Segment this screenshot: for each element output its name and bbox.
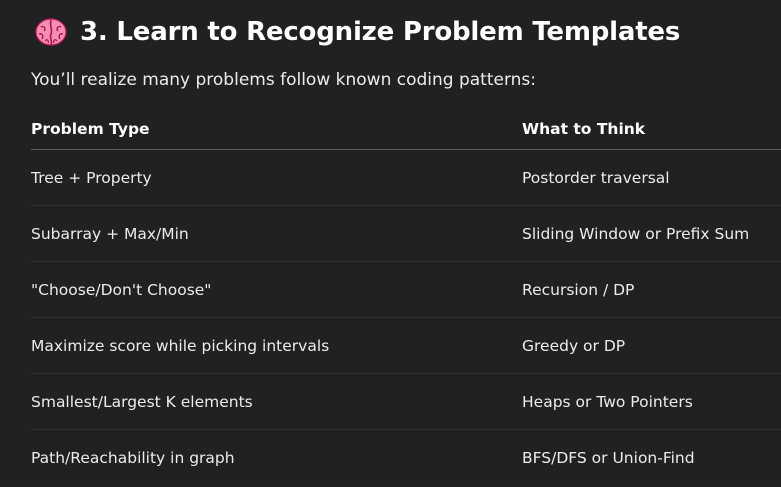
problem-type-cell: Tree + Property: [31, 149, 522, 206]
brain-icon: [35, 18, 67, 46]
table-row: Subarray + Max/Min Sliding Window or Pre…: [31, 205, 781, 262]
what-to-think-cell: Recursion / DP: [522, 261, 781, 318]
problem-type-cell: Maximize score while picking intervals: [31, 317, 522, 374]
table-row: Tree + Property Postorder traversal: [31, 149, 781, 206]
problem-type-cell: Subarray + Max/Min: [31, 205, 522, 262]
header-problem-type: Problem Type: [31, 108, 522, 150]
problem-type-cell: "Choose/Don't Choose": [31, 261, 522, 318]
intro-text: You’ll realize many problems follow know…: [31, 70, 537, 90]
table-header-row: Problem Type What to Think: [31, 108, 781, 150]
what-to-think-cell: Postorder traversal: [522, 149, 781, 206]
what-to-think-cell: Heaps or Two Pointers: [522, 373, 781, 430]
section-title: 3. Learn to Recognize Problem Templates: [80, 17, 681, 47]
header-what-to-think: What to Think: [522, 108, 781, 150]
what-to-think-cell: Greedy or DP: [522, 317, 781, 374]
what-to-think-cell: Sliding Window or Prefix Sum: [522, 205, 781, 262]
problem-type-cell: Smallest/Largest K elements: [31, 373, 522, 430]
table-row: Maximize score while picking intervals G…: [31, 317, 781, 374]
table-row: "Choose/Don't Choose" Recursion / DP: [31, 261, 781, 318]
section-heading: 3. Learn to Recognize Problem Templates: [34, 12, 680, 52]
table-row: Path/Reachability in graph BFS/DFS or Un…: [31, 430, 781, 486]
problem-type-cell: Path/Reachability in graph: [31, 448, 235, 467]
what-to-think-cell: BFS/DFS or Union-Find: [522, 448, 695, 467]
table-row: Smallest/Largest K elements Heaps or Two…: [31, 373, 781, 430]
problem-templates-table: Problem Type What to Think Tree + Proper…: [31, 108, 781, 485]
